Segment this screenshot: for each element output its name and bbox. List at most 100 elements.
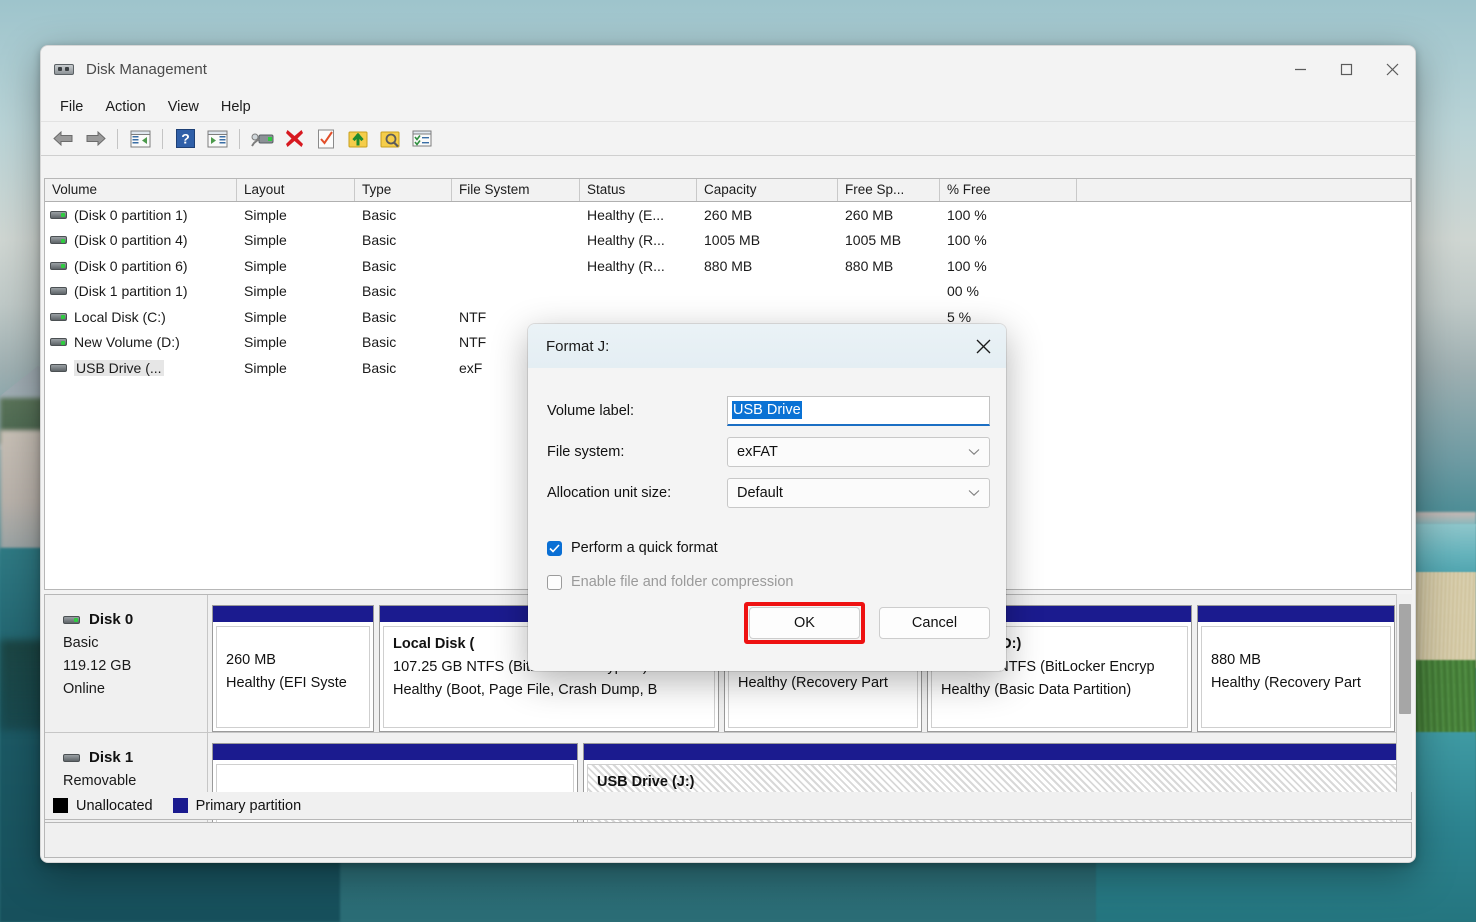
column-header-status[interactable]: Status [580, 179, 697, 201]
ok-button[interactable]: OK [749, 607, 860, 639]
layout-cell: Simple [244, 283, 287, 300]
volume-name-cell: USB Drive (... [45, 359, 237, 376]
type-cell: Basic [362, 257, 397, 274]
volume-name-cell: (Disk 0 partition 6) [45, 258, 237, 274]
drive-plain-icon [50, 363, 67, 372]
partition-block[interactable]: 880 MB Healthy (Recovery Part [1197, 605, 1395, 732]
search-folder-icon[interactable] [375, 126, 405, 152]
type-cell: Basic [362, 206, 397, 223]
volume-name-label: (Disk 1 partition 1) [74, 283, 188, 300]
menu-bar: File Action View Help [41, 92, 1415, 122]
drive-green-icon [50, 236, 67, 245]
volume-label-input[interactable]: USB Drive [727, 395, 990, 426]
partition-color-bar [584, 744, 1411, 761]
allocation-unit-row: Allocation unit size: Default [528, 472, 1006, 513]
free-space-cell: 880 MB [845, 257, 894, 274]
volume-name-label: (Disk 0 partition 4) [74, 232, 188, 249]
partition-status: Healthy (Boot, Page File, Crash Dump, B [393, 682, 658, 698]
percent-free-cell: 100 % [947, 206, 987, 223]
drive-plain-icon [63, 753, 80, 762]
column-header-type[interactable]: Type [355, 179, 452, 201]
dialog-body: Volume label: USB Drive File system: exF… [528, 368, 1006, 597]
scrollbar-thumb[interactable] [1399, 604, 1411, 714]
legend-label: Primary partition [195, 797, 302, 814]
type-cell: Basic [362, 334, 397, 351]
layout-cell: Simple [244, 257, 287, 274]
file-system-cell: NTF [459, 308, 487, 325]
volume-name-cell: (Disk 0 partition 1) [45, 207, 237, 223]
partition-title: USB Drive (J:) [597, 774, 695, 790]
menu-file[interactable]: File [49, 96, 94, 118]
drive-green-icon [50, 261, 67, 270]
drive-green-icon [63, 615, 80, 624]
disk-size: 119.12 GB [63, 658, 132, 674]
column-header-blank[interactable] [1077, 179, 1411, 201]
chevron-down-icon [968, 485, 980, 501]
toolbar-separator [117, 128, 118, 149]
allocation-unit-caption: Allocation unit size: [547, 484, 672, 501]
minimize-button[interactable] [1277, 46, 1323, 92]
close-button[interactable] [1369, 46, 1415, 92]
cancel-button[interactable]: Cancel [879, 607, 990, 639]
check-document-icon[interactable] [311, 126, 341, 152]
chevron-down-icon [968, 444, 980, 460]
partition-status: Healthy (Basic Data Partition) [941, 682, 1132, 698]
compression-label: Enable file and folder compression [571, 574, 794, 590]
layout-cell: Simple [244, 232, 287, 249]
help-icon[interactable]: ? [170, 126, 200, 152]
volume-name-label: New Volume (D:) [74, 334, 180, 351]
show-hide-action-pane-icon[interactable] [202, 126, 232, 152]
toolbar: ? [41, 122, 1415, 156]
quick-format-row[interactable]: Perform a quick format [528, 533, 1006, 563]
disk-info-panel[interactable]: Disk 0 Basic 119.12 GB Online [45, 595, 208, 732]
column-header-free[interactable]: % Free [940, 179, 1077, 201]
menu-action[interactable]: Action [94, 96, 156, 118]
legend-swatch [53, 798, 68, 813]
delete-icon[interactable] [279, 126, 309, 152]
column-header-free-sp[interactable]: Free Sp... [838, 179, 940, 201]
partition-color-bar [213, 606, 373, 623]
compression-row: Enable file and folder compression [528, 567, 1006, 597]
export-list-icon[interactable] [343, 126, 373, 152]
status-cell: Healthy (E... [587, 206, 665, 223]
partition-status: Healthy (Recovery Part [738, 675, 888, 691]
partition-legend: Unallocated Primary partition [44, 792, 1412, 820]
layout-cell: Simple [244, 334, 287, 351]
task-list-icon[interactable] [407, 126, 437, 152]
dialog-title: Format J: [546, 337, 610, 355]
volume-label-caption: Volume label: [547, 402, 635, 419]
dialog-buttons: OK Cancel [744, 602, 990, 644]
disk-type: Basic [63, 635, 99, 651]
free-space-cell: 1005 MB [845, 232, 902, 249]
partition-block[interactable]: 260 MB Healthy (EFI Syste [212, 605, 374, 732]
column-header-layout[interactable]: Layout [237, 179, 355, 201]
toolbar-separator [239, 128, 240, 149]
file-system-select[interactable]: exFAT [727, 436, 990, 467]
back-arrow-icon[interactable] [48, 126, 78, 152]
partition-size: 260 MB [226, 652, 276, 668]
svg-text:?: ? [181, 131, 190, 147]
table-row[interactable]: (Disk 1 partition 1) Simple Basic 00 % [45, 279, 1411, 305]
menu-view[interactable]: View [157, 96, 210, 118]
show-hide-console-tree-icon[interactable] [125, 126, 155, 152]
file-system-caption: File system: [547, 443, 625, 460]
close-icon[interactable] [960, 324, 1006, 368]
column-header-capacity[interactable]: Capacity [697, 179, 838, 201]
column-header-file-system[interactable]: File System [452, 179, 580, 201]
forward-arrow-icon[interactable] [80, 126, 110, 152]
volume-label-value: USB Drive [732, 401, 802, 419]
table-row[interactable]: (Disk 0 partition 6) Simple Basic Healthy (… [45, 253, 1411, 279]
properties-disk-icon[interactable] [247, 126, 277, 152]
window-controls [1277, 46, 1415, 92]
quick-format-checkbox[interactable] [547, 540, 562, 556]
table-row[interactable]: (Disk 0 partition 4) Simple Basic Healthy (… [45, 228, 1411, 254]
allocation-unit-select[interactable]: Default [727, 477, 990, 508]
column-header-volume[interactable]: Volume [45, 179, 237, 201]
partition-size: 880 MB [1211, 652, 1261, 668]
volume-list-header: Volume Layout Type File System Status Capacit… [45, 179, 1411, 202]
partition-color-bar [213, 744, 577, 761]
menu-help[interactable]: Help [210, 96, 262, 118]
percent-free-cell: 100 % [947, 257, 987, 274]
table-row[interactable]: (Disk 0 partition 1) Simple Basic Healthy (… [45, 202, 1411, 228]
maximize-button[interactable] [1323, 46, 1369, 92]
